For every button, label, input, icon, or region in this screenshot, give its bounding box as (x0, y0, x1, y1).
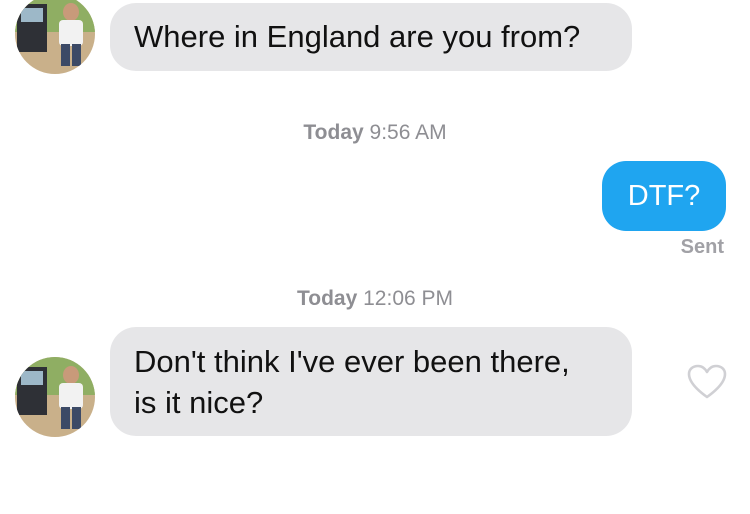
heart-outline-icon[interactable] (687, 364, 727, 400)
message-text: Where in England are you from? (134, 19, 581, 54)
message-bubble-incoming[interactable]: Don't think I've ever been there, is it … (110, 327, 632, 436)
timestamp-day: Today (296, 287, 358, 310)
chat-screen: { "messages": [ {"text": "Where in Engla… (0, 0, 750, 514)
timestamp-time: 12:06 PM (363, 287, 454, 310)
timestamp-day: Today (303, 121, 364, 144)
message-bubble-incoming[interactable]: Where in England are you from? (110, 3, 632, 71)
message-timestamp: Today 9:56 AM (0, 121, 750, 145)
message-text-line-1: Don't think I've ever been there, (134, 344, 570, 379)
message-bubble-outgoing[interactable]: DTF? (602, 161, 726, 231)
avatar[interactable] (15, 357, 95, 437)
message-text: DTF? (627, 180, 701, 212)
message-text-line-2: is it nice? (134, 385, 264, 420)
timestamp-time: 9:56 AM (369, 121, 447, 144)
message-timestamp: Today 12:06 PM (0, 287, 750, 311)
delivery-status: Sent (680, 236, 724, 258)
avatar[interactable] (15, 0, 95, 74)
